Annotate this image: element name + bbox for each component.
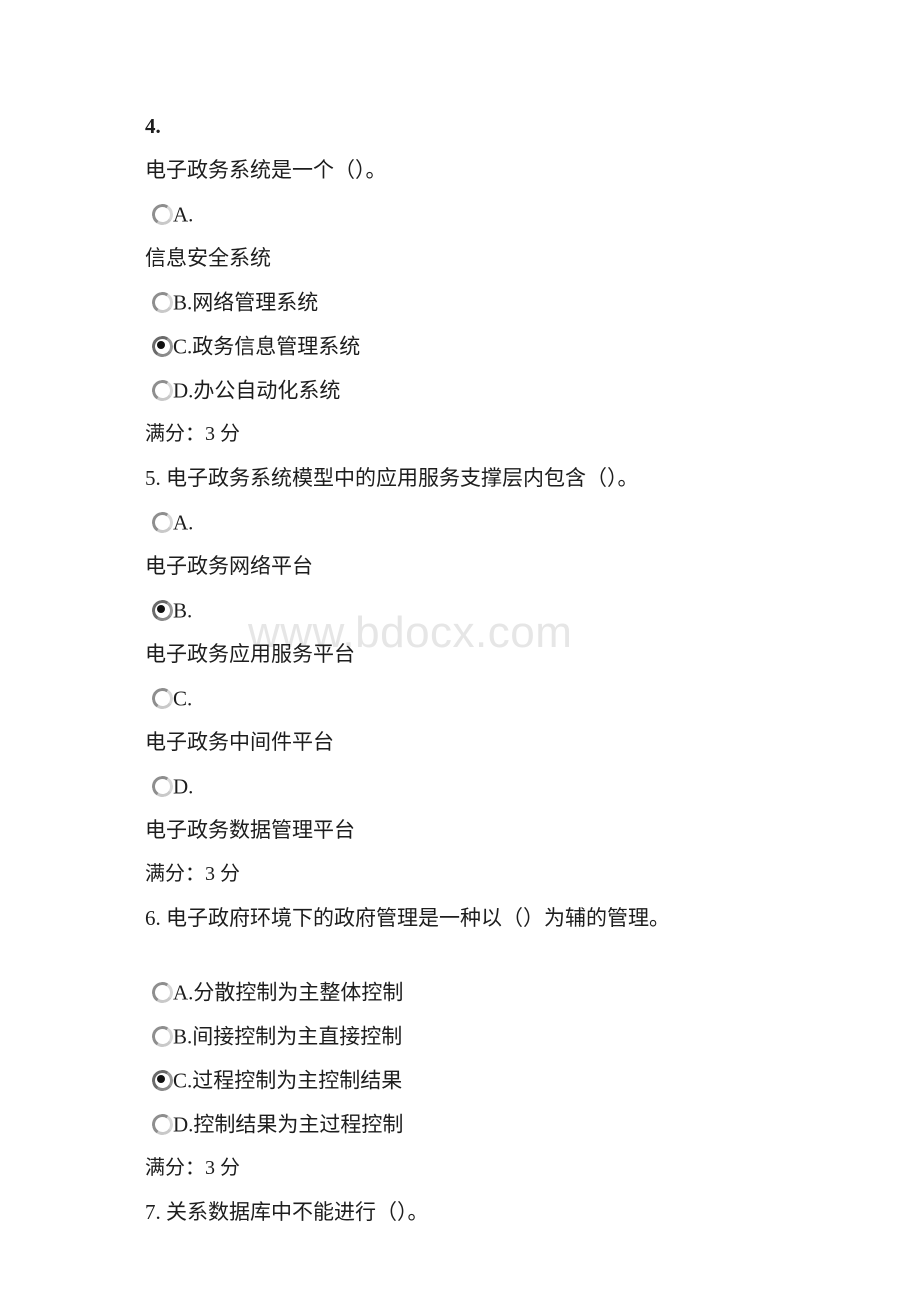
option-text: 间接控制为主直接控制 <box>192 1024 403 1049</box>
option-row[interactable]: C.政务信息管理系统 <box>145 324 785 368</box>
option-text: 分散控制为主整体控制 <box>193 980 404 1005</box>
radio-button-selected[interactable] <box>150 597 175 623</box>
option-label: A. <box>173 980 194 1005</box>
question-list: 4. 电子政务系统是一个（）。 A. 信息安全系统 B.网络管理系统 C.政务信… <box>145 104 785 1234</box>
radio-button-unselected[interactable] <box>150 1111 175 1137</box>
option-label: A. <box>173 510 194 535</box>
option-row[interactable]: D.办公自动化系统 <box>145 368 785 412</box>
option-label: D. <box>173 378 194 403</box>
radio-button-unselected[interactable] <box>150 1023 175 1049</box>
stem-gap <box>145 940 785 970</box>
option-row[interactable]: A.分散控制为主整体控制 <box>145 970 785 1014</box>
radio-button-unselected[interactable] <box>150 377 175 403</box>
question-number: 6. <box>145 906 161 930</box>
option-row[interactable]: D.控制结果为主过程控制 <box>145 1102 785 1146</box>
option-label: C. <box>173 686 193 711</box>
question-heading: 6. 电子政府环境下的政府管理是一种以（）为辅的管理。 <box>145 896 785 940</box>
option-label: D. <box>173 1112 194 1137</box>
option-body-text: 电子政务数据管理平台 <box>145 818 355 842</box>
radio-button-unselected[interactable] <box>150 979 175 1005</box>
radio-button-unselected[interactable] <box>150 509 175 535</box>
option-row[interactable]: C. <box>145 676 785 720</box>
question-block: 7. 关系数据库中不能进行（）。 <box>145 1190 785 1234</box>
radio-button-unselected[interactable] <box>150 685 175 711</box>
question-block: 6. 电子政府环境下的政府管理是一种以（）为辅的管理。 A.分散控制为主整体控制… <box>145 896 785 1190</box>
question-block: 4. 电子政务系统是一个（）。 A. 信息安全系统 B.网络管理系统 C.政务信… <box>145 104 785 456</box>
question-number: 4. <box>145 114 161 138</box>
option-label: D. <box>173 774 194 799</box>
question-number: 7. <box>145 1200 161 1224</box>
question-stem: 电子政务系统是一个（）。 <box>145 158 387 182</box>
option-body-text: 电子政务网络平台 <box>145 554 313 578</box>
option-label: B. <box>173 598 193 623</box>
option-body-text: 电子政务应用服务平台 <box>145 642 355 666</box>
question-block: 5. 电子政务系统模型中的应用服务支撑层内包含（）。 A. 电子政务网络平台 B… <box>145 456 785 896</box>
question-stem: 电子政府环境下的政府管理是一种以（）为辅的管理。 <box>166 906 670 930</box>
question-number: 5. <box>145 466 161 490</box>
document-page: 4. 电子政务系统是一个（）。 A. 信息安全系统 B.网络管理系统 C.政务信… <box>0 0 920 1302</box>
option-text: 过程控制为主控制结果 <box>192 1068 403 1093</box>
option-label: B. <box>173 1024 193 1049</box>
option-row[interactable]: B.网络管理系统 <box>145 280 785 324</box>
question-stem: 关系数据库中不能进行（）。 <box>166 1200 429 1224</box>
option-body-text: 信息安全系统 <box>145 246 271 270</box>
option-label: C. <box>173 1068 193 1093</box>
question-heading: 5. 电子政务系统模型中的应用服务支撑层内包含（）。 <box>145 456 785 500</box>
option-label: B. <box>173 290 193 315</box>
option-text: 政务信息管理系统 <box>192 334 361 359</box>
question-score: 满分：3 分 <box>145 1157 240 1179</box>
question-stem: 电子政务系统模型中的应用服务支撑层内包含（）。 <box>166 466 639 490</box>
question-score: 满分：3 分 <box>145 423 240 445</box>
radio-button-selected[interactable] <box>150 1067 175 1093</box>
radio-button-selected[interactable] <box>150 333 175 359</box>
option-text: 控制结果为主过程控制 <box>193 1112 404 1137</box>
option-row[interactable]: D. <box>145 764 785 808</box>
radio-button-unselected[interactable] <box>150 289 175 315</box>
option-row[interactable]: C.过程控制为主控制结果 <box>145 1058 785 1102</box>
option-label: C. <box>173 334 193 359</box>
radio-button-unselected[interactable] <box>150 201 175 227</box>
option-body-text: 电子政务中间件平台 <box>145 730 334 754</box>
option-text: 网络管理系统 <box>192 290 319 315</box>
radio-button-unselected[interactable] <box>150 773 175 799</box>
question-heading: 7. 关系数据库中不能进行（）。 <box>145 1190 785 1234</box>
option-row[interactable]: B. <box>145 588 785 632</box>
option-row[interactable]: A. <box>145 192 785 236</box>
option-text: 办公自动化系统 <box>193 378 341 403</box>
question-score: 满分：3 分 <box>145 863 240 885</box>
option-row[interactable]: B.间接控制为主直接控制 <box>145 1014 785 1058</box>
option-row[interactable]: A. <box>145 500 785 544</box>
option-label: A. <box>173 202 194 227</box>
